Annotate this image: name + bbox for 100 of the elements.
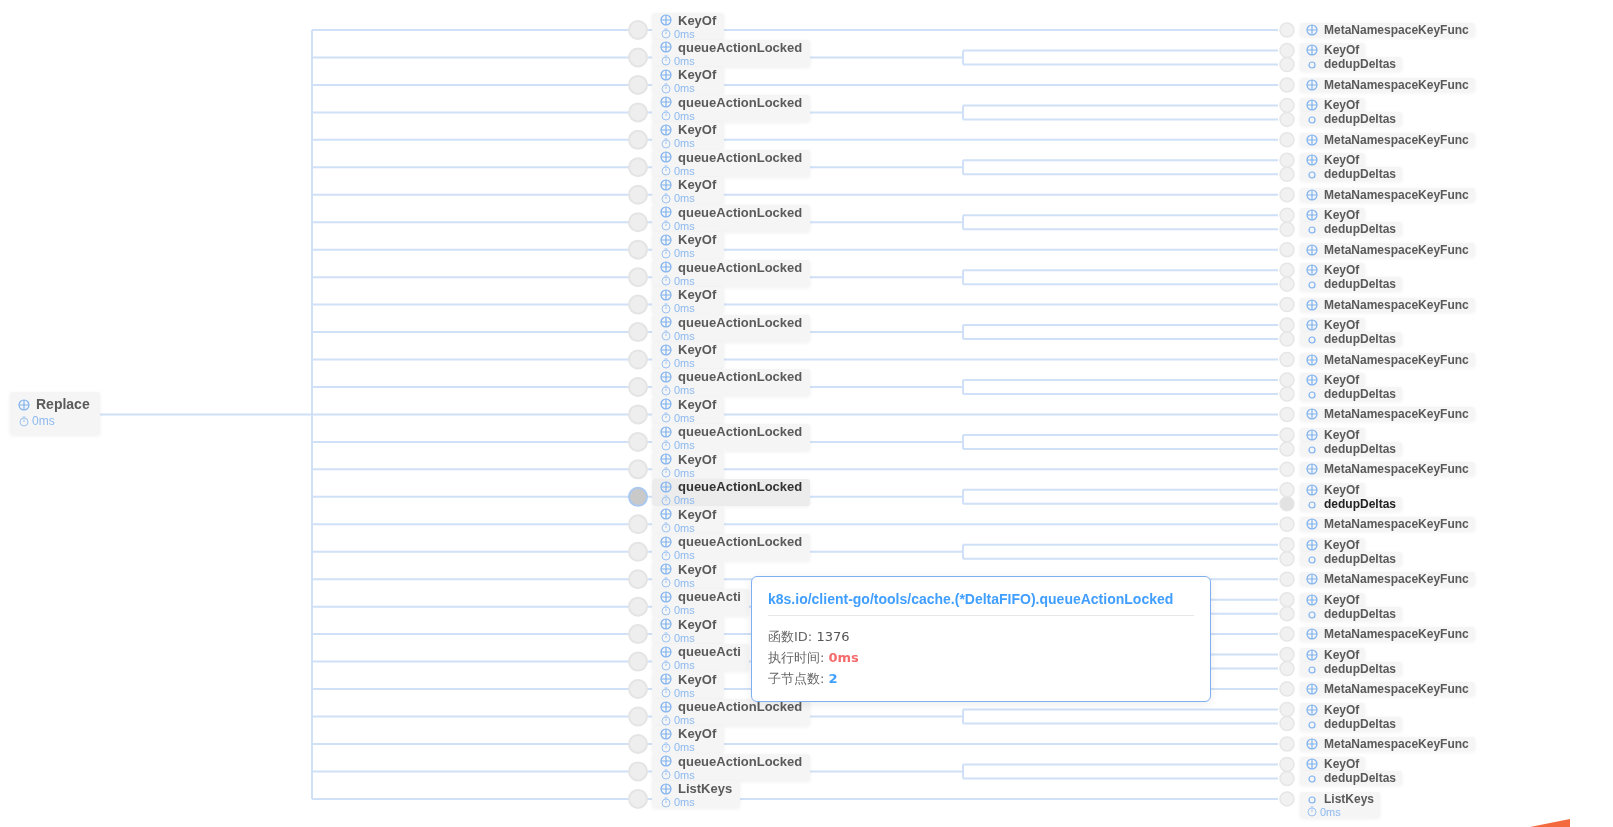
function-node[interactable]: KeyOf 0ms [652, 506, 725, 534]
function-node[interactable]: KeyOf 0ms [652, 177, 725, 205]
node-handle[interactable] [628, 349, 648, 370]
node-handle[interactable] [628, 761, 648, 782]
node-handle[interactable] [1279, 386, 1295, 402]
function-node[interactable]: queueActionLocked 0ms [652, 259, 811, 287]
function-node[interactable]: KeyOf [1300, 43, 1366, 58]
expand-icon[interactable] [1306, 209, 1318, 222]
expand-icon[interactable] [660, 68, 672, 81]
node-handle[interactable] [628, 569, 648, 590]
expand-icon[interactable] [660, 233, 672, 246]
expand-icon[interactable] [660, 425, 672, 438]
function-node[interactable]: KeyOf [1300, 592, 1366, 607]
expand-icon[interactable] [660, 123, 672, 136]
node-handle[interactable] [1279, 296, 1295, 313]
function-node[interactable]: KeyOf 0ms [652, 671, 725, 699]
node-handle[interactable] [628, 239, 648, 260]
expand-icon[interactable] [660, 41, 672, 54]
node-handle[interactable] [1279, 701, 1295, 718]
expand-icon[interactable] [660, 288, 672, 301]
node-handle[interactable] [628, 157, 648, 178]
function-node[interactable]: KeyOf 0ms [652, 12, 725, 40]
function-node[interactable]: KeyOf [1300, 757, 1366, 772]
expand-icon[interactable] [18, 398, 30, 411]
expand-icon[interactable] [660, 370, 672, 383]
function-node[interactable]: KeyOf 0ms [652, 561, 725, 589]
expand-icon[interactable] [1306, 188, 1318, 201]
function-node[interactable]: KeyOf [1300, 98, 1366, 113]
node-handle[interactable] [628, 47, 648, 68]
node-handle[interactable] [1279, 605, 1295, 622]
node-handle[interactable] [628, 322, 648, 343]
node-handle[interactable] [628, 212, 648, 233]
expand-icon[interactable] [1306, 133, 1318, 146]
function-node[interactable]: dedupDeltas [1300, 771, 1402, 786]
expand-icon[interactable] [1306, 408, 1318, 421]
function-node[interactable]: ListKeys 0ms [652, 781, 741, 809]
function-node[interactable]: queueActionLocked 0ms [652, 39, 811, 67]
function-node[interactable]: MetaNamespaceKeyFunc [1300, 572, 1475, 587]
node-handle[interactable] [628, 377, 648, 397]
expand-icon[interactable] [660, 782, 672, 795]
function-node[interactable]: queueActionLocked 0ms [652, 699, 811, 726]
node-handle[interactable] [628, 74, 648, 95]
expand-icon[interactable] [1306, 353, 1318, 366]
node-handle[interactable] [1279, 551, 1295, 567]
function-node[interactable]: KeyOf 0ms [652, 451, 725, 479]
expand-icon[interactable] [1306, 298, 1318, 311]
function-node[interactable]: KeyOf 0ms [652, 67, 725, 95]
expand-icon[interactable] [660, 700, 672, 713]
expand-icon[interactable] [1306, 573, 1318, 586]
expand-icon[interactable] [660, 316, 672, 329]
function-node[interactable]: KeyOf 0ms [652, 396, 725, 424]
expand-icon[interactable] [660, 618, 672, 631]
function-node[interactable]: dedupDeltas [1300, 496, 1402, 511]
node-handle[interactable] [1279, 646, 1295, 663]
function-node[interactable]: dedupDeltas [1300, 112, 1402, 127]
node-handle[interactable] [1279, 22, 1295, 38]
expand-icon[interactable] [660, 727, 672, 740]
node-handle[interactable] [628, 596, 648, 617]
expand-icon[interactable] [660, 508, 672, 521]
function-node[interactable]: MetaNamespaceKeyFunc [1300, 23, 1475, 37]
expand-icon[interactable] [1306, 538, 1318, 551]
expand-icon[interactable] [660, 206, 672, 219]
expand-icon[interactable] [1306, 648, 1318, 661]
function-node[interactable]: MetaNamespaceKeyFunc [1300, 736, 1475, 751]
expand-icon[interactable] [1306, 703, 1318, 716]
node-handle[interactable] [1279, 427, 1295, 443]
node-handle[interactable] [628, 624, 648, 645]
expand-icon[interactable] [1306, 319, 1318, 332]
expand-icon[interactable] [1306, 44, 1318, 57]
expand-icon[interactable] [660, 755, 672, 768]
node-handle[interactable] [1279, 132, 1295, 148]
function-node[interactable]: Replace 0ms [10, 392, 100, 436]
node-handle[interactable] [628, 679, 648, 700]
node-handle[interactable] [1279, 187, 1295, 203]
function-node[interactable]: dedupDeltas [1300, 716, 1402, 731]
node-handle[interactable] [1279, 681, 1295, 697]
function-node[interactable]: queueActi 0ms [652, 644, 749, 672]
function-node[interactable]: KeyOf 0ms [652, 287, 725, 315]
node-handle[interactable] [1279, 166, 1295, 183]
function-node[interactable]: KeyOf [1300, 208, 1366, 223]
node-handle[interactable] [1279, 372, 1295, 388]
node-handle[interactable] [1279, 221, 1295, 237]
function-node[interactable]: dedupDeltas [1300, 167, 1402, 182]
function-node[interactable]: KeyOf [1300, 372, 1366, 387]
node-handle[interactable] [1279, 537, 1295, 553]
function-node[interactable]: queueActionLocked 0ms [652, 424, 811, 452]
expand-icon[interactable] [660, 645, 672, 658]
node-handle[interactable] [628, 294, 648, 315]
function-node[interactable]: MetaNamespaceKeyFunc [1300, 242, 1475, 257]
expand-icon[interactable] [1306, 243, 1318, 256]
node-handle[interactable] [628, 267, 648, 288]
function-node[interactable]: MetaNamespaceKeyFunc [1300, 352, 1475, 367]
node-handle[interactable] [1279, 351, 1295, 368]
node-handle[interactable] [628, 184, 648, 205]
expand-icon[interactable] [660, 398, 672, 411]
expand-icon[interactable] [660, 178, 672, 191]
expand-icon[interactable] [1306, 154, 1318, 167]
function-node[interactable]: MetaNamespaceKeyFunc [1300, 187, 1475, 202]
expand-icon[interactable] [1306, 428, 1318, 441]
function-node[interactable]: KeyOf [1300, 537, 1366, 552]
